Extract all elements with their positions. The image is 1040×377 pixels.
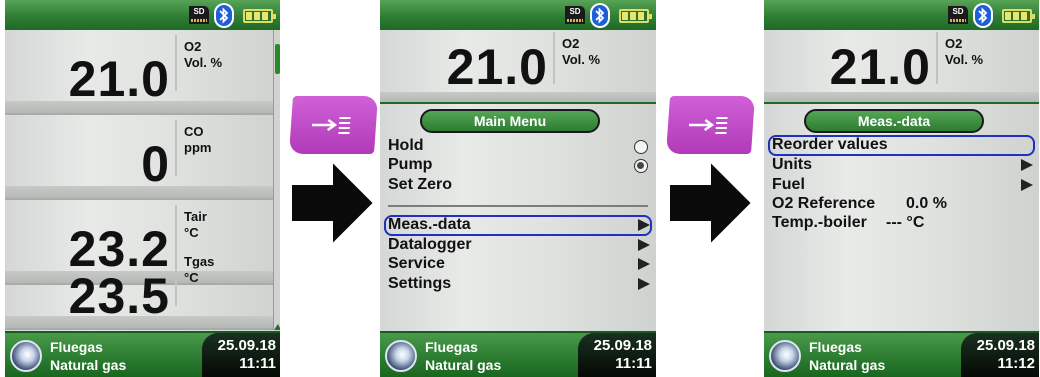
status-bar: SD: [5, 0, 280, 30]
temp-boiler-value: --- °C: [886, 214, 925, 231]
menu-item-settings[interactable]: Settings: [388, 274, 451, 294]
footer-bar: Fluegas Natural gas 25.09.18 11:11: [5, 331, 280, 377]
o2-unit-box: O2 Vol. %: [175, 35, 270, 91]
o2-value: 21.0: [829, 39, 931, 95]
menu-title: Main Menu: [420, 109, 600, 133]
co-label: CO: [184, 124, 204, 139]
date: 25.09.18: [593, 337, 652, 354]
menu-item-meas-data[interactable]: Meas.-data: [388, 215, 471, 235]
menu-item-units[interactable]: Units: [772, 155, 812, 175]
o2-label: O2: [562, 36, 580, 51]
chevron-right-icon: [638, 278, 650, 290]
chevron-right-icon: [1021, 179, 1033, 191]
o2-display: 21.0 O2 Vol. %: [764, 30, 1039, 102]
bluetooth-icon: [973, 3, 993, 28]
scrollbar[interactable]: [273, 30, 280, 330]
program-label: Fluegas: [425, 339, 478, 355]
o2-value: 21.0: [68, 51, 170, 107]
menu-item-reorder-values[interactable]: Reorder values: [772, 135, 888, 155]
pump-radio[interactable]: [634, 159, 648, 173]
o2-unit-box: O2 Vol. %: [553, 32, 648, 84]
chevron-right-icon: [1021, 159, 1033, 171]
date: 25.09.18: [217, 337, 276, 354]
o2-unit: Vol. %: [184, 55, 223, 70]
date: 25.09.18: [976, 337, 1035, 354]
bluetooth-icon: [590, 3, 610, 28]
menu-item-pump[interactable]: Pump: [388, 155, 432, 175]
menu-item-datalogger[interactable]: Datalogger: [388, 235, 472, 255]
sd-card-icon: SD: [565, 6, 585, 24]
chevron-right-icon: [638, 258, 650, 270]
chevron-right-icon: [638, 219, 650, 231]
co-unit: ppm: [184, 140, 212, 155]
battery-icon: [243, 9, 276, 23]
menu-title: Meas.-data: [804, 109, 984, 133]
sd-card-icon: SD: [948, 6, 968, 24]
program-label: Fluegas: [50, 339, 103, 355]
menu-key-button[interactable]: [288, 96, 379, 154]
tair-unit: °C: [184, 225, 199, 240]
sd-card-icon: SD: [189, 6, 209, 24]
co-value: 0: [141, 136, 170, 192]
hold-radio[interactable]: [634, 140, 648, 154]
arrow-right-icon: [668, 158, 754, 248]
fuel-label: Natural gas: [809, 357, 886, 373]
time: 11:12: [997, 355, 1035, 372]
meas-data-screen: SD 21.0 O2 Vol. % Meas.-data Reorder val…: [764, 0, 1039, 377]
o2-unit: Vol. %: [945, 52, 984, 67]
status-bar: SD: [380, 0, 656, 30]
menu-item-o2-reference[interactable]: O2 Reference: [772, 194, 875, 214]
arrow-right-icon: [290, 158, 376, 248]
battery-icon: [1002, 9, 1035, 23]
fuel-label: Natural gas: [425, 357, 502, 373]
o2-label: O2: [945, 36, 963, 51]
time: 11:11: [239, 355, 276, 372]
o2-reference-value: 0.0 %: [906, 195, 947, 212]
main-menu-screen: SD 21.0 O2 Vol. % Main Menu Hold Pump Se…: [380, 0, 656, 377]
time: 11:11: [615, 355, 652, 372]
menu-divider: [388, 205, 648, 207]
tgas-unit: °C: [184, 270, 199, 285]
value-row-tgas: 23.5 Tgas °C: [5, 245, 280, 330]
flame-icon: [769, 340, 801, 372]
meas-data-menu: Meas.-data Reorder values Units Fuel O2 …: [764, 102, 1039, 331]
measurement-screen: SD 21.0 O2 Vol. % 0 CO ppm 23.2 Tair °C …: [5, 0, 280, 377]
flame-icon: [10, 340, 42, 372]
battery-icon: [619, 9, 652, 23]
co-unit-box: CO ppm: [175, 120, 270, 176]
fuel-label: Natural gas: [50, 357, 127, 373]
bluetooth-icon: [214, 3, 234, 28]
tair-label: Tair: [184, 209, 207, 224]
chevron-right-icon: [638, 239, 650, 251]
menu-item-set-zero[interactable]: Set Zero: [388, 175, 452, 195]
o2-label: O2: [184, 39, 202, 54]
flame-icon: [385, 340, 417, 372]
o2-unit-box: O2 Vol. %: [936, 32, 1031, 84]
footer-bar: Fluegas Natural gas 25.09.18 11:11: [380, 331, 656, 377]
o2-unit: Vol. %: [562, 52, 601, 67]
o2-value: 21.0: [446, 39, 548, 95]
scroll-thumb[interactable]: [275, 44, 280, 74]
tgas-unit-box: Tgas °C: [175, 250, 270, 306]
o2-display: 21.0 O2 Vol. %: [380, 30, 656, 102]
menu-item-temp-boiler[interactable]: Temp.-boiler: [772, 213, 867, 233]
footer-bar: Fluegas Natural gas 25.09.18 11:12: [764, 331, 1039, 377]
main-menu: Main Menu Hold Pump Set Zero Meas.-data …: [380, 102, 656, 331]
value-row-co: 0 CO ppm: [5, 115, 280, 200]
menu-key-button[interactable]: [665, 96, 756, 154]
value-row-o2: 21.0 O2 Vol. %: [5, 30, 280, 115]
menu-item-hold[interactable]: Hold: [388, 136, 424, 156]
menu-item-fuel[interactable]: Fuel: [772, 175, 805, 195]
menu-item-service[interactable]: Service: [388, 254, 445, 274]
tgas-label: Tgas: [184, 254, 215, 269]
status-bar: SD: [764, 0, 1039, 30]
program-label: Fluegas: [809, 339, 862, 355]
